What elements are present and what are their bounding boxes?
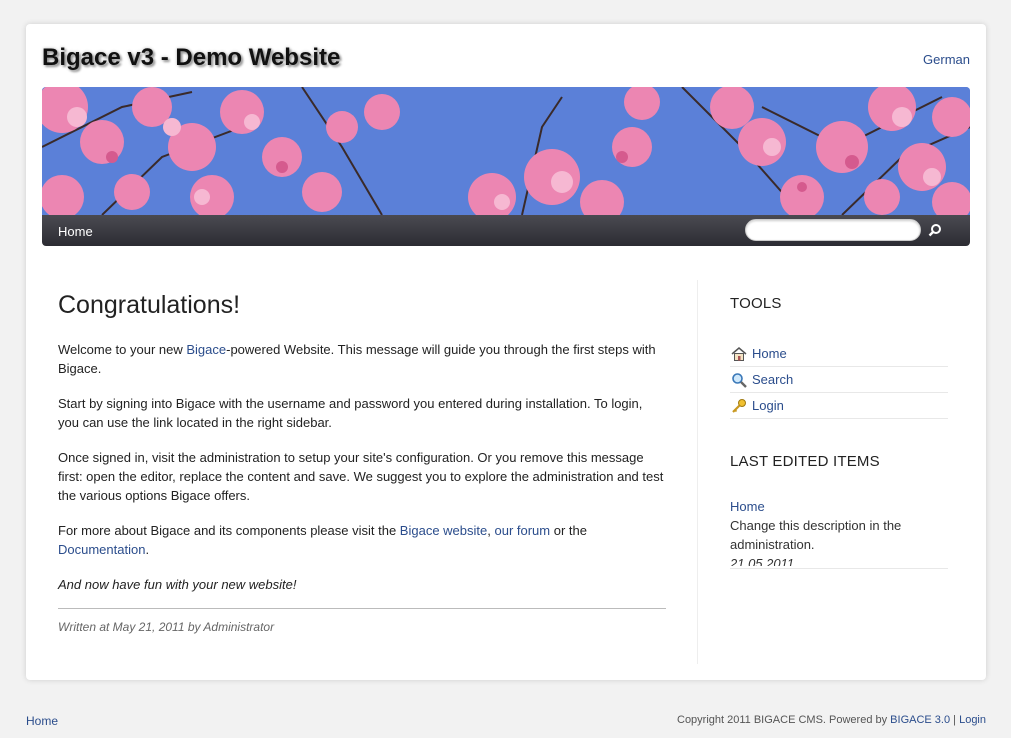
tools-item-home[interactable]: Home: [730, 341, 948, 367]
article-meta: Written at May 21, 2011 by Administrator: [58, 608, 666, 634]
last-edited-item-description: Change this description in the administr…: [730, 518, 902, 552]
magnifier-icon: [730, 371, 748, 389]
header-banner-image: [42, 87, 970, 215]
footer-login-link[interactable]: Login: [959, 714, 986, 726]
article-heading: Congratulations!: [58, 291, 241, 319]
footer-bigace-link[interactable]: BIGACE 3.0: [890, 714, 950, 726]
tools-heading: TOOLS: [730, 295, 782, 312]
language-link-german[interactable]: German: [923, 52, 970, 67]
bigace-link[interactable]: Bigace: [186, 342, 226, 357]
sidebar: TOOLS Home Search Login LAST EDITED ITEM…: [730, 295, 948, 569]
house-icon: [730, 345, 748, 363]
top-navbar: Home: [42, 215, 970, 246]
cherry-blossom-banner: [42, 87, 970, 215]
bigace-website-link[interactable]: Bigace website: [400, 523, 487, 538]
last-edited-item-date: 21.05.2011: [730, 556, 795, 566]
footer-home-link[interactable]: Home: [26, 714, 58, 728]
main-content: Congratulations! Welcome to your new Big…: [58, 279, 666, 634]
last-edited-heading: LAST EDITED ITEMS: [730, 453, 880, 470]
tools-list: Home Search Login: [730, 341, 948, 419]
tools-link-home[interactable]: Home: [752, 346, 787, 361]
article-closing-line: And now have fun with your new website!: [58, 577, 297, 592]
tools-link-search[interactable]: Search: [752, 372, 793, 387]
search-icon[interactable]: [926, 221, 944, 239]
page-container: Bigace v3 - Demo Website German Home Con…: [26, 24, 986, 680]
column-divider: [697, 280, 698, 664]
article-paragraph-2: Start by signing into Bigace with the us…: [58, 396, 643, 430]
article-paragraph-1: Welcome to your new Bigace-powered Websi…: [58, 342, 656, 376]
footer-copyright: Copyright 2011 BIGACE CMS. Powered by BI…: [677, 714, 986, 726]
last-edited-item: Home Change this description in the admi…: [730, 497, 948, 569]
tools-item-login[interactable]: Login: [730, 393, 948, 419]
documentation-link[interactable]: Documentation: [58, 542, 145, 557]
article-paragraph-3: Once signed in, visit the administration…: [58, 450, 664, 503]
forum-link[interactable]: our forum: [494, 523, 550, 538]
article-paragraph-4: For more about Bigace and its components…: [58, 523, 587, 557]
site-title: Bigace v3 - Demo Website: [42, 44, 341, 71]
search-input[interactable]: [745, 219, 921, 241]
key-icon: [730, 397, 748, 415]
tools-item-search[interactable]: Search: [730, 367, 948, 393]
nav-home-link[interactable]: Home: [58, 224, 93, 239]
tools-link-login[interactable]: Login: [752, 398, 784, 413]
last-edited-item-title[interactable]: Home: [730, 499, 765, 514]
